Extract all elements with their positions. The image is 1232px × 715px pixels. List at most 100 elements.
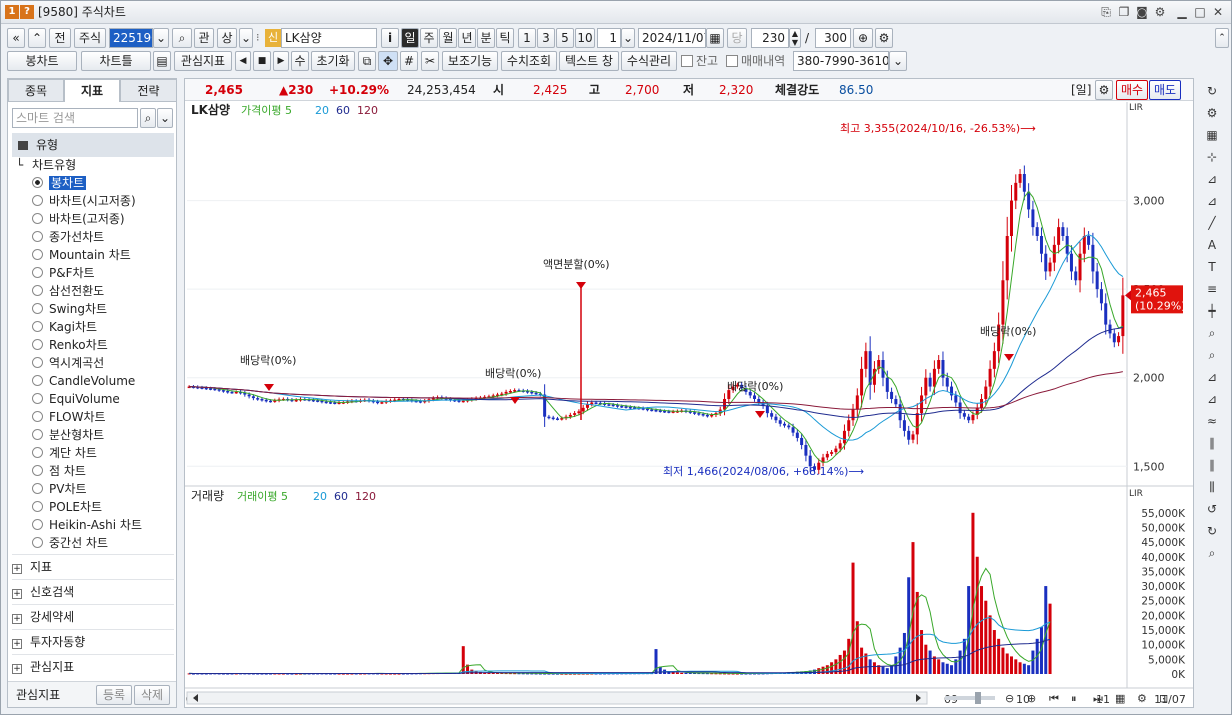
chart-type-option[interactable]: FLOW차트 — [32, 408, 106, 426]
chart-type-option[interactable]: 역시계곡선 — [32, 354, 104, 372]
trade-history-checkbox[interactable] — [726, 55, 738, 67]
ruler-icon[interactable]: ⊿ — [1200, 367, 1224, 387]
link-icon[interactable]: ⎘ — [1099, 5, 1113, 19]
period-value-input[interactable]: 1 — [597, 28, 621, 48]
period-button-0[interactable]: 일 — [401, 28, 419, 48]
radio-icon[interactable] — [32, 177, 43, 188]
radio-icon[interactable] — [32, 357, 43, 368]
radio-icon[interactable] — [32, 303, 43, 314]
chart-type-option[interactable]: Mountain 차트 — [32, 246, 131, 264]
radio-icon[interactable] — [32, 267, 43, 278]
magnify-icon[interactable]: ⌕ — [1200, 543, 1224, 563]
radio-icon[interactable] — [32, 483, 43, 494]
fib-icon[interactable]: ⊿ — [1200, 191, 1224, 211]
period-dropdown-chevron-icon[interactable]: ⌄ — [621, 28, 635, 48]
expand-plus-icon[interactable]: + — [12, 589, 22, 599]
search-icon[interactable]: ⌕ — [172, 28, 192, 48]
crosshair-icon[interactable]: ⊹ — [1200, 147, 1224, 167]
candlestick-chart[interactable]: 1,5002,0002,5003,0000K5,000K10,000K15,00… — [185, 102, 1193, 707]
interval-button-1[interactable]: 3 — [537, 28, 555, 48]
chart-type-option[interactable]: 중간선 차트 — [32, 534, 108, 552]
register-button[interactable]: 등록 — [96, 685, 132, 705]
scissors-icon[interactable]: ✂ — [421, 51, 439, 71]
reset-button[interactable]: 초기화 — [311, 51, 355, 71]
chart-type-option[interactable]: 삼선전환도 — [32, 282, 104, 300]
wave-icon[interactable]: ≈ — [1200, 411, 1224, 431]
text-tool-icon[interactable]: T — [1200, 257, 1224, 277]
chart-type-option[interactable]: Renko차트 — [32, 336, 108, 354]
camera-icon[interactable]: ◙ — [1135, 5, 1149, 19]
chart-type-option[interactable]: 분산형차트 — [32, 426, 104, 444]
auto-icon[interactable]: A — [1200, 235, 1224, 255]
chart-type-option[interactable]: POLE차트 — [32, 498, 102, 516]
nav-up-button[interactable]: ⌃ — [28, 28, 46, 48]
text-window-button[interactable]: 텍스트 창 — [559, 51, 619, 71]
nav-first-button[interactable]: « — [7, 28, 25, 48]
chart-type-option[interactable]: 봉차트 — [32, 174, 87, 192]
radio-icon[interactable] — [32, 321, 43, 332]
expand-plus-icon[interactable]: + — [12, 564, 22, 574]
type-section-header[interactable]: 유형 — [12, 133, 174, 157]
today-button[interactable]: 당 — [727, 28, 747, 48]
refresh-icon[interactable]: ↻ — [1200, 81, 1224, 101]
radio-icon[interactable] — [32, 429, 43, 440]
chart-type-option[interactable]: Swing차트 — [32, 300, 107, 318]
chart-type-option[interactable]: EquiVolume — [32, 390, 120, 408]
candle-chart-button[interactable]: 봉차트 — [7, 51, 77, 71]
chart-type-option[interactable]: P&F차트 — [32, 264, 95, 282]
date-input[interactable]: 2024/11/07 — [638, 28, 706, 48]
sang-dropdown-chevron-icon[interactable]: ⌄ — [239, 28, 253, 48]
stock-mode-select[interactable]: 주식 — [74, 28, 106, 48]
window-icon[interactable]: ⧉ — [358, 51, 376, 71]
maximize-icon[interactable]: □ — [1193, 5, 1207, 19]
settings-gear-icon[interactable]: ⚙ — [1153, 5, 1167, 19]
collapse-chevron-icon[interactable]: ⌄ — [157, 108, 173, 128]
expand-plus-icon[interactable]: + — [12, 614, 22, 624]
window-number-badge[interactable]: 1 — [5, 5, 19, 19]
aux-function-button[interactable]: 보조기능 — [442, 51, 498, 71]
period-button-1[interactable]: 주 — [420, 28, 438, 48]
radio-icon[interactable] — [32, 195, 43, 206]
radio-icon[interactable] — [32, 501, 43, 512]
expand-plus-icon[interactable]: + — [12, 664, 22, 674]
toolbar-settings-gear-icon[interactable]: ⚙ — [875, 28, 893, 48]
stock-name-field[interactable]: LK삼양 — [281, 28, 377, 48]
smart-search-input[interactable]: 스마트 검색 — [12, 108, 138, 128]
radio-icon[interactable] — [32, 519, 43, 530]
grid-icon[interactable]: ▦ — [1200, 125, 1224, 145]
su-button[interactable]: 수 — [291, 51, 309, 71]
chart-type-option[interactable]: 계단 차트 — [32, 444, 97, 462]
numeric-query-button[interactable]: 수치조회 — [501, 51, 557, 71]
chart-type-option[interactable]: 바차트(시고저종) — [32, 192, 136, 210]
draw-icon[interactable]: ⊿ — [1200, 389, 1224, 409]
left-tab-2[interactable]: 전략 — [120, 79, 177, 102]
chart-area[interactable]: 2,465 ▲230 +10.29% 24,253,454 시 2,425 고 … — [184, 78, 1194, 708]
indicator-section[interactable]: + 신호검색 — [12, 579, 174, 603]
prev-arrow-icon[interactable]: ◀ — [235, 51, 251, 71]
balance-checkbox[interactable] — [681, 55, 693, 67]
line-icon[interactable]: ╱ — [1200, 213, 1224, 233]
interest-indicator-button[interactable]: 관심지표 — [174, 51, 232, 71]
annotation-icon[interactable]: ≡ — [1200, 279, 1224, 299]
chart-type-option[interactable]: 바차트(고저종) — [32, 210, 125, 228]
radio-icon[interactable] — [32, 213, 43, 224]
search-small-icon[interactable]: ⌕ — [140, 108, 156, 128]
display-count-input[interactable]: 230 — [751, 28, 789, 48]
radio-icon[interactable] — [32, 537, 43, 548]
radio-icon[interactable] — [32, 249, 43, 260]
count-stepper-icon[interactable]: ▲ ▼ — [789, 28, 801, 48]
period-button-3[interactable]: 년 — [458, 28, 476, 48]
sang-button[interactable]: 상 — [217, 28, 237, 48]
chart-template-button[interactable]: 차트틀 — [81, 51, 151, 71]
calendar-icon[interactable]: ▦ — [706, 28, 724, 48]
help-icon[interactable]: ? — [20, 5, 34, 19]
prev-stock-button[interactable]: 전 — [49, 28, 71, 48]
settings-icon[interactable]: ⚙ — [1200, 103, 1224, 123]
move-crosshair-icon[interactable]: ✥ — [378, 51, 398, 71]
radio-icon[interactable] — [32, 285, 43, 296]
chart-type-option[interactable]: PV차트 — [32, 480, 87, 498]
radio-icon[interactable] — [32, 393, 43, 404]
chart-type-option[interactable]: 점 차트 — [32, 462, 86, 480]
zoom-search-icon[interactable]: ⊕ — [853, 28, 873, 48]
redo-icon[interactable]: ↻ — [1200, 521, 1224, 541]
